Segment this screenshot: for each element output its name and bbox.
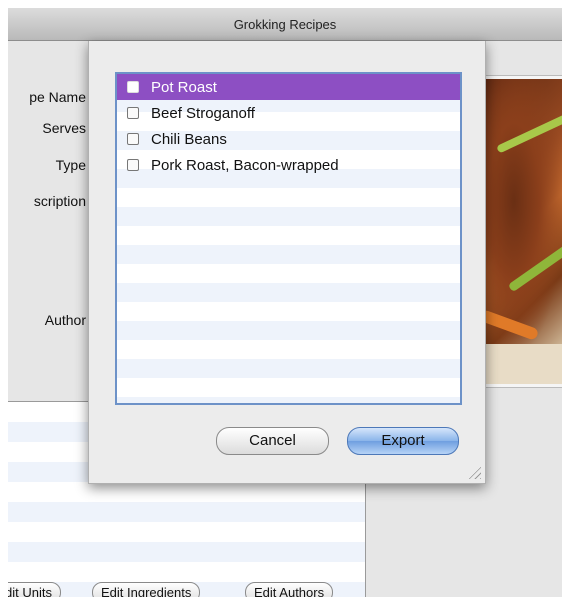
photo-detail xyxy=(474,344,562,384)
checkbox[interactable] xyxy=(127,81,139,93)
recipe-label: Pot Roast xyxy=(151,78,217,96)
title-bar[interactable]: Grokking Recipes xyxy=(8,8,562,41)
edit-ingredients-button[interactable]: Edit Ingredients xyxy=(92,582,201,597)
label-serves: Serves xyxy=(42,120,86,136)
label-type: Type xyxy=(55,157,86,173)
cancel-button[interactable]: Cancel xyxy=(216,427,329,455)
recipe-label: Chili Beans xyxy=(151,130,227,148)
resize-grip-icon[interactable] xyxy=(467,465,481,479)
checkbox[interactable] xyxy=(127,159,139,171)
list-item[interactable]: Pork Roast, Bacon-wrapped xyxy=(117,152,460,178)
label-recipe-name: pe Name xyxy=(29,89,86,105)
list-item[interactable]: Pot Roast xyxy=(117,74,460,100)
label-author: Author xyxy=(44,312,86,328)
edit-units-button[interactable]: dit Units xyxy=(8,582,61,597)
recipe-window: Grokking Recipes pe Name Serves Type scr… xyxy=(8,8,562,597)
checkbox[interactable] xyxy=(127,107,139,119)
checkbox[interactable] xyxy=(127,133,139,145)
window-title: Grokking Recipes xyxy=(233,17,337,32)
recipe-label: Beef Stroganoff xyxy=(151,104,255,122)
list-item[interactable]: Beef Stroganoff xyxy=(117,100,460,126)
photo-detail xyxy=(478,309,540,341)
photo-detail xyxy=(496,112,562,154)
export-sheet: Pot Roast Beef Stroganoff Chili Beans Po… xyxy=(88,41,486,484)
edit-authors-button[interactable]: Edit Authors xyxy=(245,582,334,597)
list-item[interactable]: Chili Beans xyxy=(117,126,460,152)
export-button[interactable]: Export xyxy=(347,427,459,455)
recipe-label: Pork Roast, Bacon-wrapped xyxy=(151,156,339,174)
label-description: scription xyxy=(33,193,86,209)
photo-detail xyxy=(507,244,562,293)
recipe-export-list[interactable]: Pot Roast Beef Stroganoff Chili Beans Po… xyxy=(115,72,462,405)
